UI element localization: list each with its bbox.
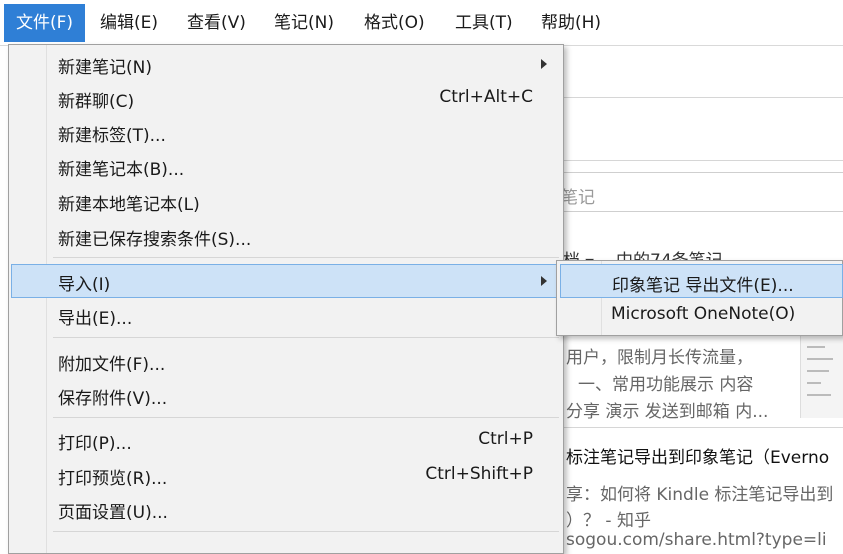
menu-item-import-onenote[interactable]: Microsoft OneNote(O) <box>560 299 843 333</box>
note-snippet: ）？ - 知乎 <box>566 511 651 531</box>
note-list-item-title[interactable]: 标注笔记导出到印象笔记（Everno <box>566 443 829 468</box>
divider <box>560 97 843 98</box>
menu-item-label: 新建已保存搜索条件(S)... <box>58 230 252 250</box>
note-snippet: 用户，限制月长传流量， <box>566 348 753 368</box>
note-thumbnail <box>800 336 843 418</box>
menu-item-import-evernote-export[interactable]: 印象笔记 导出文件(E)... <box>560 264 843 298</box>
menu-item-save-attachment[interactable]: 保存附件(V)... <box>11 378 561 412</box>
menu-item-shortcut: Ctrl+Shift+P <box>425 464 533 484</box>
divider <box>560 160 843 161</box>
menu-item-shortcut: Ctrl+Alt+C <box>439 87 533 107</box>
menu-item-label: 打印预览(R)... <box>58 469 168 489</box>
menu-item-label: 新群聊(C) <box>58 92 135 112</box>
submenu-arrow-icon <box>541 59 547 69</box>
file-menu-dropdown: 新建笔记(N) 新群聊(C) Ctrl+Alt+C 新建标签(T)... 新建笔… <box>8 44 564 554</box>
menu-item-shortcut: Ctrl+P <box>478 429 533 449</box>
note-snippet: 享：如何将 Kindle 标注笔记导出到 <box>566 485 834 505</box>
menu-item-label: 新建标签(T)... <box>58 126 166 146</box>
search-placeholder: 笔记 <box>561 188 595 208</box>
menu-item-label: 新建笔记(N) <box>58 58 152 78</box>
menu-item-new-note[interactable]: 新建笔记(N) <box>11 47 561 81</box>
menu-format[interactable]: 格式(O) <box>352 4 437 42</box>
menu-item-new-notebook[interactable]: 新建笔记本(B)... <box>11 149 561 183</box>
menu-help[interactable]: 帮助(H) <box>529 4 613 42</box>
submenu-arrow-icon <box>541 276 547 286</box>
menu-separator <box>53 531 559 532</box>
menu-item-new-chat[interactable]: 新群聊(C) Ctrl+Alt+C <box>11 81 561 115</box>
menu-tools[interactable]: 工具(T) <box>443 4 525 42</box>
menu-item-new-saved-search[interactable]: 新建已保存搜索条件(S)... <box>11 219 561 253</box>
menu-item-label: 印象笔记 导出文件(E)... <box>612 276 794 296</box>
menu-item-print-preview[interactable]: 打印预览(R)... Ctrl+Shift+P <box>11 458 561 492</box>
import-submenu: 印象笔记 导出文件(E)... Microsoft OneNote(O) <box>556 260 843 336</box>
menu-edit[interactable]: 编辑(E) <box>88 4 170 42</box>
menu-item-label: 附加文件(F)... <box>58 355 166 375</box>
menu-view[interactable]: 查看(V) <box>175 4 258 42</box>
menu-separator <box>53 417 559 418</box>
divider <box>560 427 843 428</box>
menu-item-label: 页面设置(U)... <box>58 503 168 523</box>
search-input[interactable]: 笔记 <box>560 172 843 212</box>
note-url: sogou.com/share.html?type=li <box>566 530 827 550</box>
menu-bar: 文件(F) 编辑(E) 查看(V) 笔记(N) 格式(O) 工具(T) 帮助(H… <box>0 0 843 46</box>
menu-item-label: 打印(P)... <box>58 434 132 454</box>
menu-separator <box>53 257 559 258</box>
menu-item-label: 新建本地笔记本(L) <box>58 195 200 215</box>
note-snippet: 一、常用功能展示 内容 <box>578 375 754 395</box>
note-snippet: 分享 演示 发送到邮箱 内... <box>566 402 769 422</box>
menu-item-new-local-notebook[interactable]: 新建本地笔记本(L) <box>11 184 561 218</box>
menu-note[interactable]: 笔记(N) <box>262 4 346 42</box>
menu-file[interactable]: 文件(F) <box>4 4 86 42</box>
menu-item-label: 导出(E)... <box>58 309 133 329</box>
menu-item-import[interactable]: 导入(I) <box>11 264 561 298</box>
menu-item-label: 保存附件(V)... <box>58 389 168 409</box>
menu-item-print[interactable]: 打印(P)... Ctrl+P <box>11 423 561 457</box>
menu-item-label: 新建笔记本(B)... <box>58 160 185 180</box>
menu-item-new-tag[interactable]: 新建标签(T)... <box>11 115 561 149</box>
menu-item-label: 导入(I) <box>58 275 111 295</box>
menu-item-attach-file[interactable]: 附加文件(F)... <box>11 344 561 378</box>
menu-item-label: Microsoft OneNote(O) <box>611 304 796 324</box>
menu-item-page-setup[interactable]: 页面设置(U)... <box>11 492 561 526</box>
menu-separator <box>53 337 559 338</box>
menu-item-export[interactable]: 导出(E)... <box>11 298 561 332</box>
